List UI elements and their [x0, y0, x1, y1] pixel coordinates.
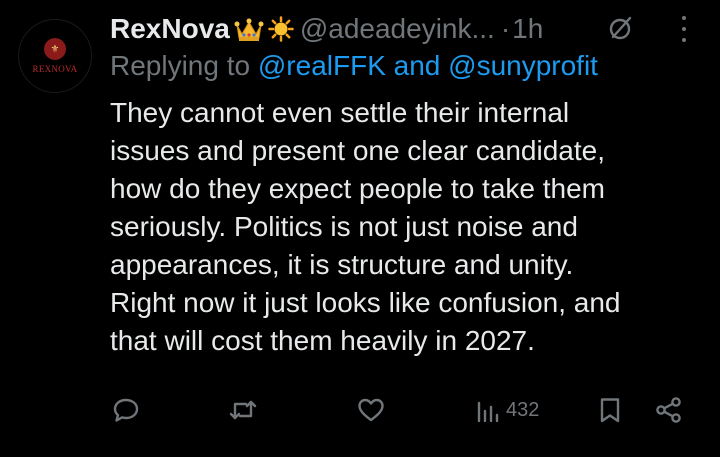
post-text-line: issues and present one clear candidate,	[110, 135, 605, 166]
post-body: They cannot even settle their internal i…	[110, 94, 710, 360]
more-options-icon[interactable]	[676, 16, 692, 42]
post-text-line: appearances, it is structure and unity.	[110, 249, 574, 280]
crown-emoji-icon	[234, 16, 264, 42]
avatar-emblem-icon: ⚜	[44, 38, 66, 60]
post-timestamp[interactable]: 1h	[512, 13, 543, 45]
bookmark-icon	[600, 398, 620, 423]
post-text-line: They cannot even settle their internal	[110, 97, 570, 128]
grok-icon[interactable]	[606, 13, 636, 43]
replying-to-label: Replying to	[110, 50, 251, 81]
post-text-line: how do they expect people to take them	[110, 173, 605, 204]
post-text-line: Right now it just looks like confusion, …	[110, 287, 621, 318]
replying-to: Replying to @realFFK and @sunyprofit	[110, 50, 598, 82]
like-button[interactable]	[356, 388, 386, 432]
separator-dot: ·	[500, 13, 511, 44]
reply-icon	[113, 398, 139, 422]
sun-emoji-icon	[268, 16, 294, 42]
avatar-logo-text: REXNOVA	[32, 64, 78, 74]
author-handle[interactable]: @adeadeyink...	[300, 13, 495, 45]
repost-button[interactable]	[228, 388, 258, 432]
bookmark-button[interactable]	[598, 388, 622, 432]
reply-button[interactable]	[112, 388, 140, 432]
views-count: 432	[506, 398, 540, 421]
post-header: RexNova @adeadeyink... · 1h	[110, 10, 543, 48]
replying-to-mentions[interactable]: @realFFK and @sunyprofit	[258, 50, 598, 81]
action-bar: 432	[0, 388, 720, 432]
post-text-line: seriously. Politics is not just noise an…	[110, 211, 578, 242]
repost-icon	[229, 400, 257, 420]
views-icon	[477, 401, 499, 423]
share-button[interactable]	[654, 388, 684, 432]
share-icon	[656, 397, 681, 423]
like-icon	[358, 398, 384, 422]
post-text-line: that will cost them heavily in 2027.	[110, 325, 535, 356]
avatar[interactable]: ⚜ REXNOVA	[18, 19, 92, 93]
author-name[interactable]: RexNova	[110, 13, 230, 45]
views-button[interactable]: 432	[476, 388, 539, 432]
